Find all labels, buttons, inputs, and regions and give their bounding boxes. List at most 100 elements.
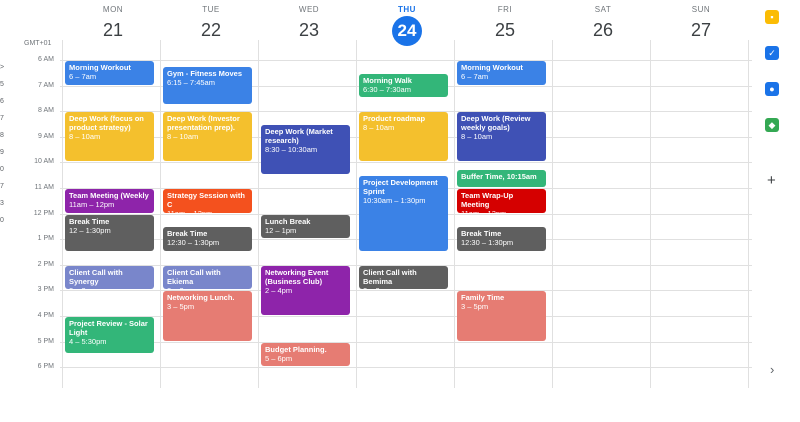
event-time: 12:30 – 1:30pm [167, 238, 220, 248]
day-divider [454, 40, 455, 388]
day-number[interactable]: 22 [162, 20, 260, 40]
hour-label: 6 AM [38, 56, 54, 63]
calendar-event[interactable]: Product roadmap 8 – 10am [359, 112, 448, 162]
event-time: 6 – 7am [69, 72, 97, 81]
calendar-event[interactable]: Morning Walk 6:30 – 7:30am [359, 73, 448, 98]
event-title: Client Call with Synergy [69, 267, 123, 286]
hour-label: 8 AM [38, 107, 54, 115]
calendar-event[interactable]: Deep Work (Investor presentation prep). 8… [163, 112, 252, 162]
event-title: Break Time [461, 229, 502, 239]
event-title: Budget Planning. [265, 344, 327, 354]
calendar-event[interactable]: Team Meeting (Weekly 11am – 12pm [65, 189, 154, 213]
event-time: 8 – 10am [461, 132, 493, 142]
calendar-event[interactable]: Break Time 12:30 – 1:30pm [457, 227, 546, 251]
calendar-event[interactable]: Buffer Time, 10:15am [457, 169, 546, 187]
keep-icon[interactable]: ▪ [765, 10, 779, 24]
event-title: Lunch Break [265, 216, 311, 226]
day-header-fri[interactable]: FRI 25 [456, 0, 554, 52]
calendar-event[interactable]: Morning Workout 6 – 7am [457, 61, 546, 85]
day-number[interactable]: 26 [554, 20, 652, 40]
day-of-week-label: WED [298, 5, 320, 14]
event-time: 2 – 3pm [363, 286, 444, 290]
day-of-week-label: SUN [691, 5, 711, 14]
event-time: 11am – 12pm [167, 209, 248, 213]
event-title: Networking Lunch. [167, 293, 235, 303]
hour-label: 6 PM [37, 363, 54, 371]
calendar-event[interactable]: Project Development Sprint 10:30am – 1:30… [359, 176, 448, 251]
event-title: Project Review - Solar Light [69, 319, 148, 337]
day-header-sat[interactable]: SAT 26 [554, 0, 652, 52]
day-header-sun[interactable]: SUN 27 [652, 0, 750, 52]
calendar-event[interactable]: Deep Work (focus on product strategy) 8 –… [65, 112, 154, 162]
calendar-event[interactable]: Client Call with Bemima2 – 3pm [359, 265, 448, 290]
day-number[interactable]: 24 [392, 16, 422, 46]
calendar-event[interactable]: Break Time 12 – 1:30pm [65, 214, 154, 251]
event-time: 11am – 12pm [461, 209, 542, 213]
event-time: 12:30 – 1:30pm [461, 238, 514, 248]
hour-label: 10 AM [34, 158, 54, 166]
event-title: Strategy Session with C [167, 191, 245, 209]
hour-label: 7 AM [38, 81, 54, 89]
calendar-event[interactable]: Lunch Break 12 – 1pm [261, 214, 350, 239]
day-number[interactable]: 25 [456, 20, 554, 40]
event-title: Deep Work (focus on product strategy) [69, 114, 144, 133]
day-divider [748, 40, 749, 388]
calendar-event[interactable]: Networking Event (Business Club) 2 – 4pm [261, 265, 350, 315]
calendar-event[interactable]: Family Time 3 – 5pm [457, 291, 546, 341]
event-title: Networking Event (Business Club) [265, 267, 329, 286]
event-time: 8 – 10am [69, 132, 101, 142]
event-time: 12 – 1pm [265, 225, 297, 235]
mini-calendar-tick: 0 [0, 217, 4, 224]
calendar-event[interactable]: Client Call with Ekiema2 – 3pm [163, 265, 252, 290]
mini-calendar-tick: > [0, 64, 5, 71]
event-time: 8 – 10am [167, 132, 199, 142]
tasks-icon[interactable]: ✓ [765, 46, 779, 60]
calendar-week-view: >5 6 7 8 9 0 7 3 0 GMT+01 MON 21 TUE 22 WED 23 THU 24 FR… [0, 0, 752, 388]
event-title: Buffer Time, 10:15am [461, 171, 537, 181]
calendar-event[interactable]: Budget Planning. 5 – 6pm [261, 342, 350, 367]
maps-icon[interactable]: ◆ [765, 118, 779, 132]
day-header-wed[interactable]: WED 23 [260, 0, 358, 52]
hour-gridline [60, 341, 752, 343]
event-title: Project Development Sprint [363, 178, 438, 197]
event-time: 8 – 10am [363, 123, 395, 133]
contacts-icon[interactable]: ● [765, 82, 779, 96]
day-divider [650, 40, 651, 388]
event-title: Product roadmap [363, 114, 426, 124]
hour-label: 1 PM [37, 235, 54, 243]
calendar-event[interactable]: Break Time 12:30 – 1:30pm [163, 227, 252, 251]
day-number[interactable]: 23 [260, 20, 358, 40]
event-time: 2 – 3pm [167, 286, 248, 290]
day-header-thu[interactable]: THU 24 [358, 0, 456, 52]
event-title: Client Call with Ekiema [167, 267, 221, 286]
day-divider [552, 40, 553, 388]
event-time: 12 – 1:30pm [69, 225, 111, 235]
calendar-event[interactable]: Morning Workout 6 – 7am [65, 61, 154, 85]
event-title: Morning Walk [363, 75, 412, 85]
day-header-tue[interactable]: TUE 22 [162, 0, 260, 52]
calendar-event[interactable]: Deep Work (Review weekly goals) 8 – 10am [457, 112, 546, 162]
event-time: 8:30 – 10:30am [265, 145, 318, 154]
add-addon-icon[interactable]: + [767, 172, 776, 189]
calendar-event[interactable]: Deep Work (Market research) 8:30 – 10:30a… [261, 125, 350, 175]
timezone-label: GMT+01 [24, 40, 52, 47]
calendar-event[interactable]: Gym - Fitness Moves 6:15 – 7:45am [163, 67, 252, 104]
event-title: Team Wrap-Up Meeting [461, 191, 514, 209]
day-number[interactable]: 21 [64, 20, 162, 40]
day-of-week-label: MON [102, 5, 124, 14]
calendar-event[interactable]: Networking Lunch. 3 – 5pm [163, 291, 252, 341]
calendar-event[interactable]: Strategy Session with C11am – 12pm [163, 189, 252, 213]
collapse-panel-icon[interactable]: › [770, 362, 774, 377]
calendar-event[interactable]: Project Review - Solar Light 4 – 5:30pm [65, 317, 154, 354]
event-title: Morning Workout [461, 63, 523, 72]
day-header-mon[interactable]: MON 21 [64, 0, 162, 52]
calendar-event[interactable]: Client Call with Synergy2 – 3pm [65, 265, 154, 290]
calendar-event[interactable]: Team Wrap-Up Meeting11am – 12pm [457, 189, 546, 213]
event-time: 11am – 12pm [69, 200, 115, 209]
event-time: 3 – 5pm [461, 302, 489, 312]
hour-label: 3 PM [37, 286, 54, 294]
day-number[interactable]: 27 [652, 20, 750, 40]
event-title: Break Time [69, 216, 110, 226]
event-time: 6:30 – 7:30am [363, 84, 411, 94]
hour-label: 12 PM [33, 209, 54, 217]
